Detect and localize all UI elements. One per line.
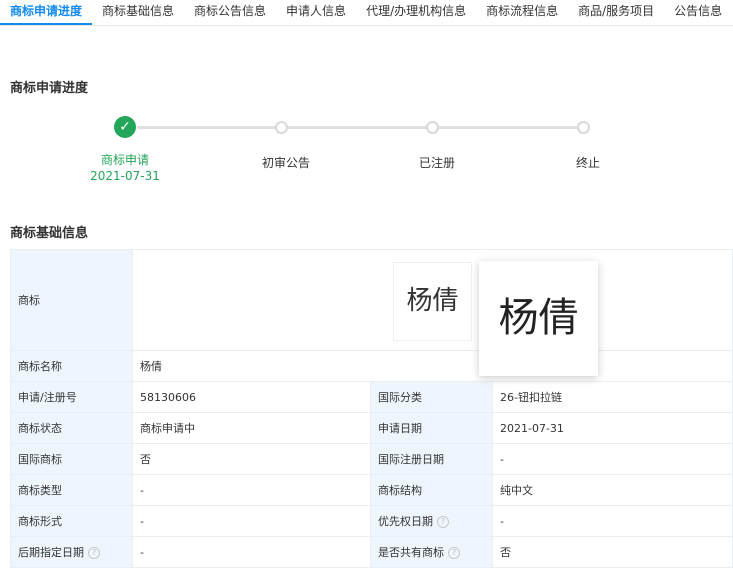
progress-steps: ✓ 商标申请 2021-07-31 初审公告 已注册 终止 bbox=[0, 110, 733, 190]
tab-agency-info[interactable]: 代理/办理机构信息 bbox=[356, 0, 476, 25]
tab-process-info[interactable]: 商标流程信息 bbox=[476, 0, 568, 25]
tab-notice-info[interactable]: 公告信息 bbox=[664, 0, 732, 25]
shared-mark-label: 是否共有商标 bbox=[378, 546, 444, 559]
later-date-value: - bbox=[132, 536, 371, 568]
mark-type-value: - bbox=[132, 474, 371, 506]
shared-mark-value: 否 bbox=[492, 536, 733, 568]
tab-announcement-info[interactable]: 商标公告信息 bbox=[184, 0, 276, 25]
intl-mark-value: 否 bbox=[132, 443, 371, 475]
tab-application-progress[interactable]: 商标申请进度 bbox=[0, 0, 93, 25]
step-label-3: 已注册 bbox=[418, 156, 455, 170]
tab-bar: 商标申请进度 商标基础信息 商标公告信息 申请人信息 代理/办理机构信息 商标流… bbox=[0, 0, 733, 26]
step-dot-4 bbox=[577, 121, 590, 134]
step-label-2: 初审公告 bbox=[261, 156, 310, 170]
later-date-label: 后期指定日期 bbox=[18, 546, 84, 559]
intl-mark-label: 国际商标 bbox=[10, 443, 133, 475]
help-icon[interactable]: ? bbox=[88, 547, 100, 559]
status-label: 商标状态 bbox=[10, 412, 133, 444]
progress-line bbox=[137, 126, 577, 129]
later-date-cell: 后期指定日期? bbox=[10, 536, 133, 568]
check-icon: ✓ bbox=[114, 116, 136, 138]
basic-info-table: 商标 商标名称 杨倩 申请/注册号 58130606 国际分类 26-钮扣拉链 … bbox=[10, 249, 733, 568]
mark-name-label: 商标名称 bbox=[10, 350, 133, 382]
intl-reg-date-value: - bbox=[492, 443, 733, 475]
help-icon[interactable]: ? bbox=[448, 547, 460, 559]
tab-goods-services[interactable]: 商品/服务项目 bbox=[568, 0, 664, 25]
mark-label: 商标 bbox=[10, 249, 133, 351]
mark-name-value: 杨倩 bbox=[132, 350, 733, 382]
trademark-image-preview: 杨倩 bbox=[479, 261, 598, 376]
intl-class-label: 国际分类 bbox=[370, 381, 493, 413]
mark-form-value: - bbox=[132, 505, 371, 537]
reg-no-label: 申请/注册号 bbox=[10, 381, 133, 413]
step-date-1: 2021-07-31 bbox=[90, 169, 160, 183]
basic-section-title: 商标基础信息 bbox=[10, 226, 89, 241]
priority-date-cell: 优先权日期? bbox=[370, 505, 493, 537]
step-dot-3 bbox=[426, 121, 439, 134]
mark-form-label: 商标形式 bbox=[10, 505, 133, 537]
step-label-1: 商标申请 bbox=[100, 153, 149, 167]
shared-mark-cell: 是否共有商标? bbox=[370, 536, 493, 568]
tab-applicant-info[interactable]: 申请人信息 bbox=[276, 0, 356, 25]
intl-class-value: 26-钮扣拉链 bbox=[492, 381, 733, 413]
reg-no-value: 58130606 bbox=[132, 381, 371, 413]
tab-basic-info[interactable]: 商标基础信息 bbox=[92, 0, 184, 25]
apply-date-value: 2021-07-31 bbox=[492, 412, 733, 444]
step-dot-2 bbox=[275, 121, 288, 134]
status-value: 商标申请中 bbox=[132, 412, 371, 444]
priority-date-value: - bbox=[492, 505, 733, 537]
mark-structure-label: 商标结构 bbox=[370, 474, 493, 506]
trademark-image[interactable]: 杨倩 bbox=[393, 262, 472, 341]
mark-structure-value: 纯中文 bbox=[492, 474, 733, 506]
step-label-4: 终止 bbox=[575, 156, 600, 170]
progress-section-title: 商标申请进度 bbox=[10, 81, 89, 96]
apply-date-label: 申请日期 bbox=[370, 412, 493, 444]
help-icon[interactable]: ? bbox=[437, 516, 449, 528]
intl-reg-date-label: 国际注册日期 bbox=[370, 443, 493, 475]
priority-date-label: 优先权日期 bbox=[378, 515, 433, 528]
mark-type-label: 商标类型 bbox=[10, 474, 133, 506]
